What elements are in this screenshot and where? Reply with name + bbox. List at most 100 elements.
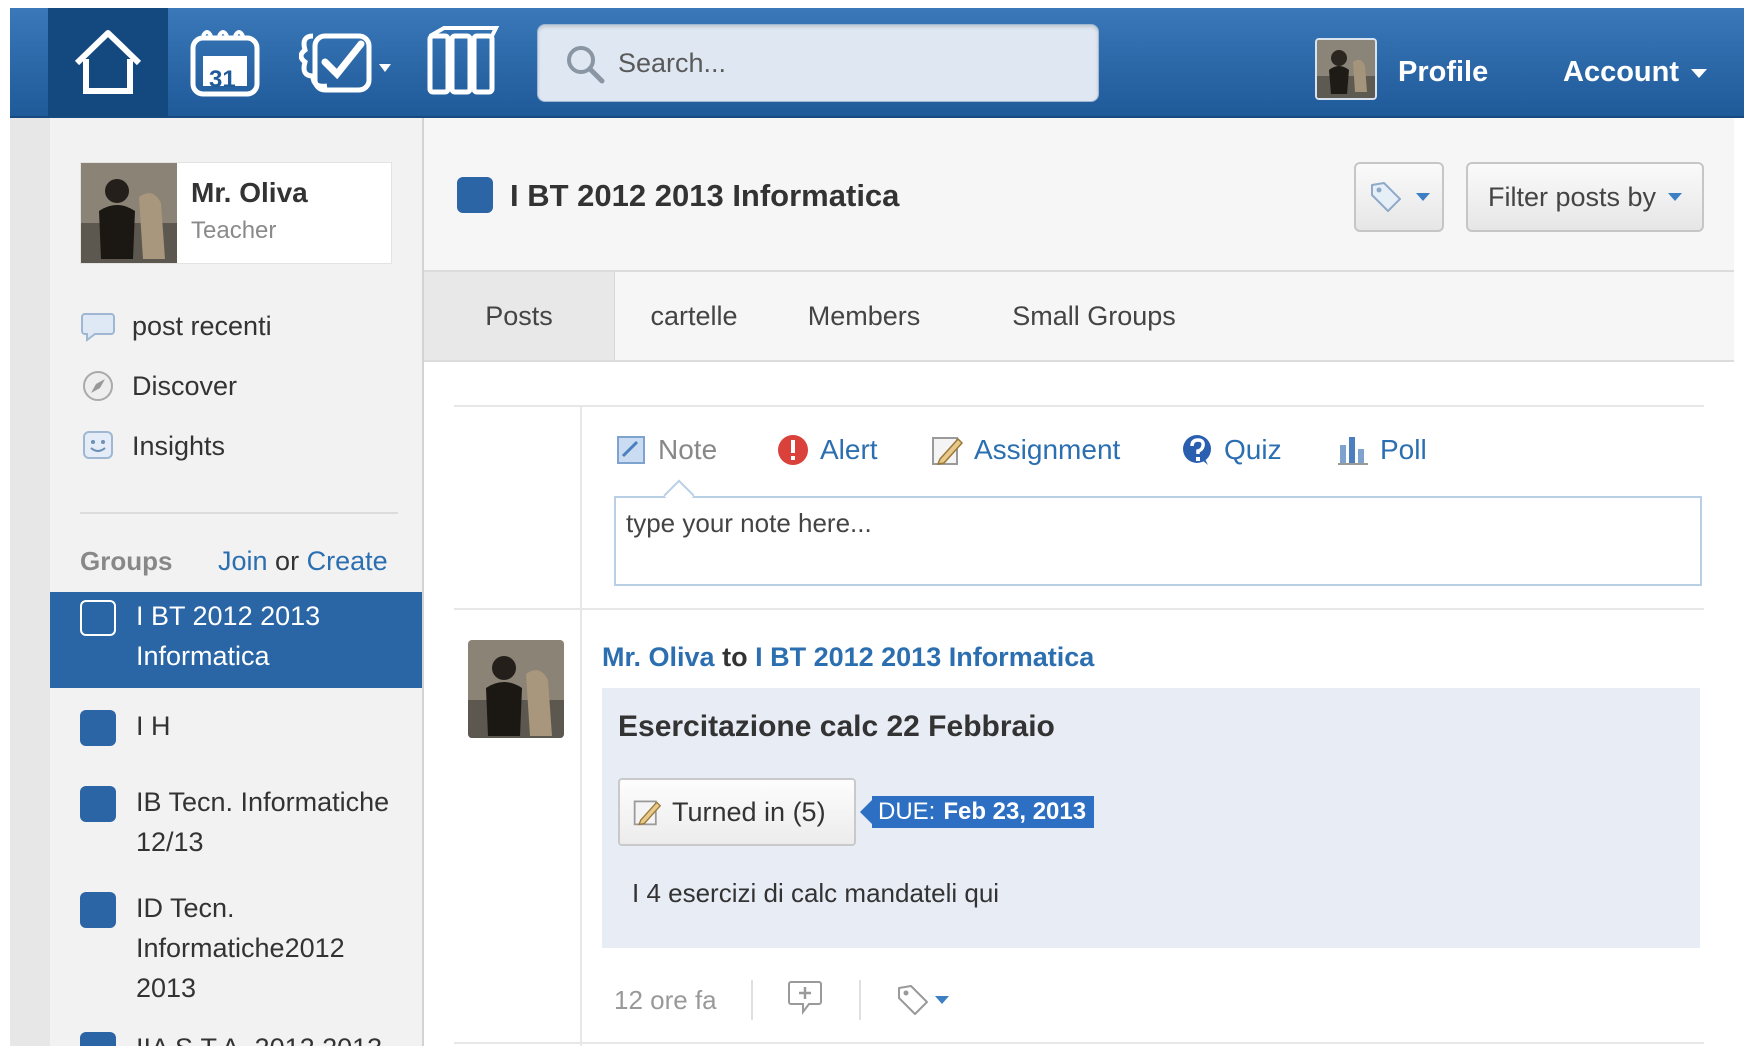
profile-link[interactable]: Profile: [1398, 56, 1488, 89]
post-type-assignment[interactable]: Assignment: [928, 428, 1120, 472]
group-label: I H: [136, 706, 406, 746]
group-color-square: [457, 177, 493, 213]
user-name: Mr. Oliva: [191, 177, 308, 208]
tab-small-groups[interactable]: Small Groups: [954, 272, 1234, 360]
sidebar-group-item[interactable]: I H: [50, 702, 422, 758]
calendar-day: 31: [209, 66, 236, 93]
assignments-button[interactable]: [294, 26, 404, 98]
group-color-square: [80, 892, 116, 928]
post-card: Esercitazione calc 22 Febbraio Turned in…: [602, 688, 1700, 948]
group-label-line: IIA S.T.A. 2012 2013: [136, 1028, 406, 1046]
reply-icon: [787, 980, 822, 1015]
divider: [454, 405, 1704, 407]
group-label: IIA S.T.A. 2012 2013: [136, 1028, 406, 1046]
post-to-text: to: [722, 642, 748, 672]
left-edge: [10, 118, 50, 1046]
group-color-square: [80, 786, 116, 822]
user-card[interactable]: Mr. Oliva Teacher: [80, 162, 392, 264]
groups-actions: Join or Create: [218, 546, 388, 577]
assignments-check-icon: [299, 33, 391, 93]
post-type-note[interactable]: Note: [612, 428, 717, 472]
poll-icon: [1334, 431, 1372, 469]
reply-button[interactable]: [787, 978, 825, 1023]
assignment-icon: [632, 797, 662, 827]
note-input[interactable]: [616, 498, 1700, 584]
note-composer[interactable]: [614, 496, 1702, 586]
profile-avatar[interactable]: [1315, 38, 1377, 100]
sidebar-item-discover[interactable]: Discover: [80, 366, 237, 406]
divider: [454, 1042, 1704, 1044]
post-type-label: Quiz: [1224, 434, 1282, 465]
join-group-link[interactable]: Join: [218, 546, 268, 576]
tab-members[interactable]: Members: [774, 272, 954, 360]
due-label: DUE:: [878, 798, 936, 825]
sidebar-group-item[interactable]: IIA S.T.A. 2012 2013: [50, 1024, 422, 1046]
sidebar: Mr. Oliva Teacher post recenti Discover …: [50, 118, 424, 1046]
post-meta: Mr. Oliva to I BT 2012 2013 Informatica: [602, 642, 1094, 673]
sidebar-item-recent-posts[interactable]: post recenti: [80, 306, 272, 346]
group-label: ID Tecn. Informatiche2012 2013: [136, 888, 406, 1008]
sidebar-group-item[interactable]: IB Tecn. Informatiche 12/13: [50, 778, 422, 868]
create-group-link[interactable]: Create: [307, 546, 388, 576]
assignment-icon: [928, 431, 966, 469]
group-label-line: I BT 2012 2013: [136, 601, 321, 631]
group-label-line: 2013: [136, 973, 197, 1003]
user-role: Teacher: [191, 217, 277, 244]
post-timestamp[interactable]: 12 ore fa: [614, 985, 717, 1016]
filter-posts-button[interactable]: Filter posts by: [1466, 162, 1704, 232]
divider: [580, 407, 582, 1046]
tag-icon: [897, 985, 928, 1015]
account-label: Account: [1563, 56, 1679, 88]
post-author-link[interactable]: Mr. Oliva: [602, 642, 715, 672]
group-label-line: I H: [136, 711, 171, 741]
group-title: I BT 2012 2013 Informatica: [510, 178, 900, 213]
group-label-line: Informatica: [136, 641, 270, 671]
tag-filter-button[interactable]: [1354, 162, 1444, 232]
calendar-button[interactable]: 31: [185, 26, 265, 98]
filter-posts-label: Filter posts by: [1487, 181, 1657, 212]
search-input[interactable]: [616, 41, 1080, 85]
sidebar-group-item[interactable]: ID Tecn. Informatiche2012 2013: [50, 884, 422, 1008]
due-date-badge: DUE: Feb 23, 2013: [859, 796, 1095, 828]
post-group-link[interactable]: I BT 2012 2013 Informatica: [755, 642, 1094, 672]
group-label-line: ID Tecn.: [136, 893, 235, 923]
tab-folders[interactable]: cartelle: [614, 272, 774, 360]
post-body: I 4 esercizi di calc mandateli qui: [632, 878, 1000, 908]
sidebar-group-item[interactable]: I BT 2012 2013 Informatica: [50, 592, 422, 688]
quiz-icon: [1178, 431, 1216, 469]
post-type-quiz[interactable]: Quiz: [1178, 428, 1282, 472]
main-content: I BT 2012 2013 Informatica Filter posts …: [424, 118, 1744, 1046]
home-button[interactable]: [48, 8, 168, 116]
post-type-label: Alert: [820, 434, 878, 465]
post-tag-button[interactable]: [895, 982, 949, 1018]
sidebar-divider: [80, 512, 398, 514]
library-button[interactable]: [422, 26, 502, 98]
chevron-down-icon: [1668, 193, 1683, 201]
group-label-line: IB Tecn. Informatiche: [136, 787, 390, 817]
sidebar-item-insights[interactable]: Insights: [80, 426, 225, 466]
divider: [750, 980, 753, 1020]
post-title: Esercitazione calc 22 Febbraio: [618, 710, 1055, 743]
turned-in-button[interactable]: Turned in (5): [618, 778, 856, 846]
divider: [858, 980, 861, 1020]
post-footer: 12 ore fa: [614, 974, 949, 1026]
sidebar-item-label: post recenti: [132, 310, 272, 341]
divider: [454, 608, 1704, 610]
post-author-avatar[interactable]: [468, 640, 564, 738]
account-menu[interactable]: Account: [1563, 56, 1707, 89]
group-label: I BT 2012 2013 Informatica: [136, 596, 406, 676]
search-box[interactable]: [537, 24, 1099, 102]
chevron-down-icon: [1416, 193, 1430, 201]
tab-posts[interactable]: Posts: [424, 272, 615, 360]
compass-icon: [80, 369, 116, 403]
post-type-label: Note: [658, 434, 718, 465]
search-icon: [567, 46, 605, 84]
post-type-poll[interactable]: Poll: [1334, 428, 1427, 472]
group-color-square: [80, 710, 116, 746]
group-label: IB Tecn. Informatiche 12/13: [136, 782, 406, 862]
top-navigation-bar: 31 Profile Acc: [10, 8, 1744, 118]
post-type-alert[interactable]: Alert: [774, 428, 878, 472]
turned-in-label: Turned in (5): [672, 796, 826, 827]
chevron-down-icon: [934, 996, 949, 1004]
post-type-label: Assignment: [974, 434, 1121, 465]
